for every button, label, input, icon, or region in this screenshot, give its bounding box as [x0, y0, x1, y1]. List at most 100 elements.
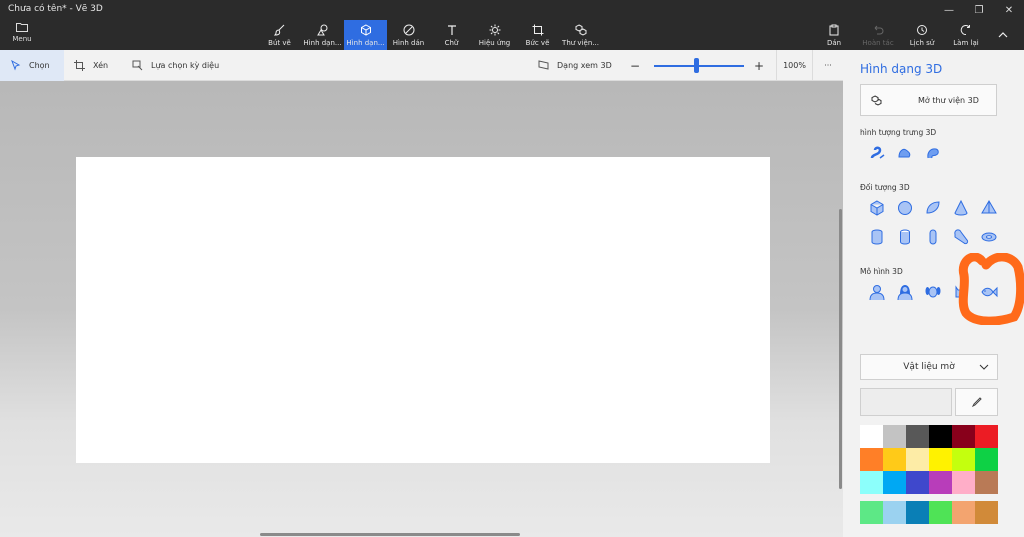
magic-select-label: Lựa chọn kỳ diệu — [151, 61, 220, 70]
drawing-canvas[interactable] — [76, 157, 770, 463]
canvas-icon — [532, 24, 543, 35]
color-palette-extra — [860, 501, 998, 524]
3d-view-icon — [538, 60, 549, 70]
color-swatch[interactable] — [883, 471, 906, 494]
color-swatch[interactable] — [975, 448, 998, 471]
color-swatch[interactable] — [906, 448, 929, 471]
color-swatch[interactable] — [860, 501, 883, 524]
close-icon[interactable]: ✕ — [994, 0, 1024, 20]
panel-title: Hình dạng 3D — [860, 62, 943, 76]
cylinder-icon[interactable] — [863, 226, 891, 248]
color-swatch[interactable] — [883, 425, 906, 448]
color-swatch[interactable] — [883, 501, 906, 524]
sharp-doodle-icon[interactable] — [863, 142, 891, 164]
undo-button[interactable]: Hoàn tác — [856, 20, 900, 50]
color-swatch[interactable] — [952, 448, 975, 471]
soft-doodle-icon[interactable] — [891, 142, 919, 164]
tool-label: Hình dạn... — [346, 38, 385, 47]
donut-icon[interactable] — [975, 226, 1003, 248]
more-options-button[interactable]: ··· — [812, 50, 843, 81]
color-swatch[interactable] — [929, 501, 952, 524]
color-swatch[interactable] — [929, 471, 952, 494]
tool-label: Hiệu ứng — [478, 38, 511, 47]
zoom-out-button[interactable]: − — [630, 50, 640, 81]
selection-toolbar: Chọn Xén Lựa chọn kỳ diệu Dạng xem 3D − … — [0, 50, 843, 81]
color-swatch[interactable] — [906, 425, 929, 448]
dog-icon[interactable] — [919, 281, 947, 303]
material-dropdown[interactable]: Vật liệu mờ — [860, 354, 998, 380]
color-swatch[interactable] — [975, 501, 998, 524]
hemisphere-icon[interactable] — [919, 197, 947, 219]
zoom-level[interactable]: 100% — [776, 50, 812, 81]
color-swatch[interactable] — [860, 425, 883, 448]
vertical-scrollbar[interactable] — [839, 209, 842, 489]
cube-icon[interactable] — [863, 197, 891, 219]
color-swatch[interactable] — [975, 471, 998, 494]
tool-text[interactable]: Chữ — [430, 20, 473, 50]
menu-button[interactable]: Menu — [6, 22, 38, 48]
restore-icon[interactable]: ❐ — [964, 0, 994, 20]
right-actions: Dán Hoàn tác Lịch sử Làm lại — [812, 20, 1018, 50]
tool-library[interactable]: Thư viện... — [559, 20, 602, 50]
pyramid-icon[interactable] — [975, 197, 1003, 219]
tool-canvas[interactable]: Bức vẽ — [516, 20, 559, 50]
3d-shapes-icon — [360, 23, 371, 36]
undo-label: Hoàn tác — [862, 38, 894, 47]
tool-effects[interactable]: Hiệu ứng — [473, 20, 516, 50]
text-icon — [447, 24, 456, 35]
tool-label: Bút vẽ — [268, 38, 291, 47]
tool-3d-shapes[interactable]: Hình dạn... — [344, 20, 387, 50]
color-swatch[interactable] — [860, 471, 883, 494]
crop-tool[interactable]: Xén — [74, 50, 108, 81]
tool-label: Chữ — [444, 38, 459, 47]
select-tool[interactable]: Chọn — [0, 50, 64, 81]
paste-label: Dán — [826, 38, 842, 47]
cone-icon[interactable] — [947, 197, 975, 219]
zoom-slider-handle[interactable] — [694, 58, 700, 73]
tube-icon[interactable] — [891, 226, 919, 248]
color-swatch[interactable] — [860, 448, 883, 471]
horizontal-scrollbar[interactable] — [260, 533, 520, 536]
tool-brush[interactable]: Bút vẽ — [258, 20, 301, 50]
capsule-icon[interactable] — [919, 226, 947, 248]
color-swatch[interactable] — [929, 425, 952, 448]
color-swatch[interactable] — [952, 425, 975, 448]
library-icon — [871, 94, 882, 106]
paste-button[interactable]: Dán — [812, 20, 856, 50]
collapse-toolbar-button[interactable] — [988, 20, 1018, 50]
doodles-label: hình tượng trưng 3D — [860, 128, 937, 137]
tool-2d-shapes[interactable]: Hình dạn... — [301, 20, 344, 50]
library-icon — [575, 23, 586, 36]
color-swatch[interactable] — [952, 471, 975, 494]
color-swatch[interactable] — [975, 425, 998, 448]
current-color-preview[interactable] — [860, 388, 952, 416]
eyedropper-button[interactable] — [955, 388, 998, 416]
brush-icon — [273, 24, 284, 36]
objects-label: Đối tượng 3D — [860, 183, 910, 192]
tool-stickers[interactable]: Hình dán — [387, 20, 430, 50]
magic-select-tool[interactable]: Lựa chọn kỳ diệu — [132, 50, 219, 81]
color-swatch[interactable] — [906, 501, 929, 524]
redo-icon — [960, 24, 970, 35]
curved-tube-icon[interactable] — [947, 226, 975, 248]
redo-button[interactable]: Làm lại — [944, 20, 988, 50]
open-3d-library-button[interactable]: Mở thư viện 3D — [860, 84, 997, 116]
zoom-in-button[interactable]: + — [754, 50, 764, 81]
top-toolbar: Chưa có tên* - Vẽ 3D — ❐ ✕ Menu Bút vẽ H… — [0, 0, 1024, 50]
history-icon — [917, 24, 927, 35]
color-swatch[interactable] — [929, 448, 952, 471]
color-swatch[interactable] — [883, 448, 906, 471]
models-label: Mô hình 3D — [860, 267, 903, 276]
color-swatch[interactable] — [906, 471, 929, 494]
tube-doodle-icon[interactable] — [919, 142, 947, 164]
sphere-icon[interactable] — [891, 197, 919, 219]
woman-icon[interactable] — [891, 281, 919, 303]
color-swatch[interactable] — [952, 501, 975, 524]
paste-icon — [829, 24, 839, 35]
objects-row-2 — [863, 226, 1003, 248]
doodles-row — [863, 142, 947, 164]
view-3d-toggle[interactable]: Dạng xem 3D — [538, 50, 612, 81]
man-icon[interactable] — [863, 281, 891, 303]
minimize-icon[interactable]: — — [934, 0, 964, 20]
history-button[interactable]: Lịch sử — [900, 20, 944, 50]
